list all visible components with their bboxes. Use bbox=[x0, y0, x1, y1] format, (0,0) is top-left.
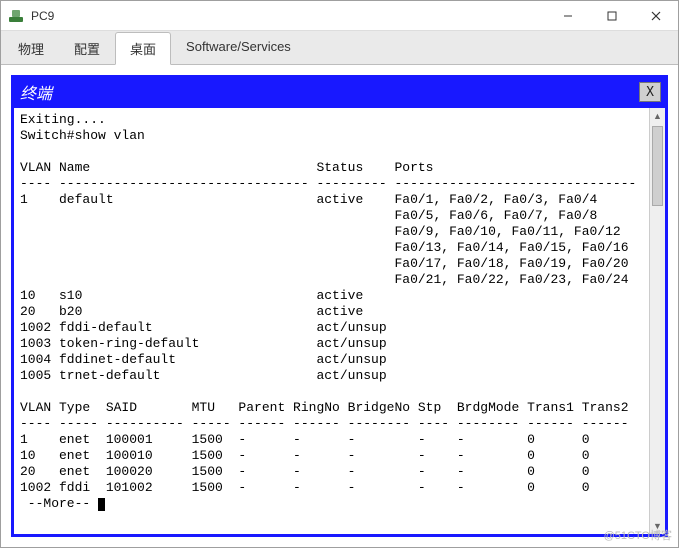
term-line: 10 s10 active bbox=[20, 288, 363, 303]
window-title: PC9 bbox=[31, 9, 546, 23]
term-line: 1003 token-ring-default act/unsup bbox=[20, 336, 387, 351]
term-line: 20 enet 100020 1500 - - - - - 0 0 bbox=[20, 464, 590, 479]
maximize-button[interactable] bbox=[590, 1, 634, 30]
terminal-scrollbar[interactable]: ▲ ▼ bbox=[649, 108, 665, 534]
tab-physical[interactable]: 物理 bbox=[3, 32, 59, 65]
tab-config[interactable]: 配置 bbox=[59, 32, 115, 65]
window-controls bbox=[546, 1, 678, 30]
content-area: 终端 X Exiting.... Switch#show vlan VLAN N… bbox=[1, 65, 678, 547]
scroll-down-icon[interactable]: ▼ bbox=[650, 518, 665, 534]
term-line: 10 enet 100010 1500 - - - - - 0 0 bbox=[20, 448, 590, 463]
tab-desktop[interactable]: 桌面 bbox=[115, 32, 171, 65]
term-line: Fa0/21, Fa0/22, Fa0/23, Fa0/24 bbox=[20, 272, 629, 287]
term-line: Fa0/17, Fa0/18, Fa0/19, Fa0/20 bbox=[20, 256, 629, 271]
term-more-prompt: --More-- bbox=[20, 496, 98, 511]
term-line: 1 default active Fa0/1, Fa0/2, Fa0/3, Fa… bbox=[20, 192, 597, 207]
scroll-thumb[interactable] bbox=[652, 126, 663, 206]
app-window: PC9 物理 配置 桌面 Software/Services 终端 X Exit… bbox=[0, 0, 679, 548]
term-line: Fa0/9, Fa0/10, Fa0/11, Fa0/12 bbox=[20, 224, 621, 239]
terminal-cursor bbox=[98, 498, 105, 511]
terminal-window: 终端 X Exiting.... Switch#show vlan VLAN N… bbox=[11, 75, 668, 537]
term-line: VLAN Name Status Ports bbox=[20, 160, 433, 175]
term-line: 1 enet 100001 1500 - - - - - 0 0 bbox=[20, 432, 590, 447]
term-line: ---- ----- ---------- ----- ------ -----… bbox=[20, 416, 629, 431]
terminal-titlebar: 终端 X bbox=[14, 78, 665, 108]
scroll-up-icon[interactable]: ▲ bbox=[650, 108, 665, 124]
term-line: 20 b20 active bbox=[20, 304, 363, 319]
term-line: Switch#show vlan bbox=[20, 128, 145, 143]
terminal-close-button[interactable]: X bbox=[639, 82, 661, 102]
minimize-button[interactable] bbox=[546, 1, 590, 30]
term-line: Fa0/13, Fa0/14, Fa0/15, Fa0/16 bbox=[20, 240, 629, 255]
term-line: Fa0/5, Fa0/6, Fa0/7, Fa0/8 bbox=[20, 208, 597, 223]
app-icon bbox=[7, 7, 25, 25]
term-line: 1005 trnet-default act/unsup bbox=[20, 368, 387, 383]
close-button[interactable] bbox=[634, 1, 678, 30]
terminal-title: 终端 bbox=[20, 80, 639, 104]
terminal-output[interactable]: Exiting.... Switch#show vlan VLAN Name S… bbox=[14, 108, 649, 534]
window-titlebar: PC9 bbox=[1, 1, 678, 31]
term-line: VLAN Type SAID MTU Parent RingNo BridgeN… bbox=[20, 400, 629, 415]
term-line: 1002 fddi 101002 1500 - - - - - 0 0 bbox=[20, 480, 590, 495]
tab-software-services[interactable]: Software/Services bbox=[171, 32, 306, 65]
term-line: 1002 fddi-default act/unsup bbox=[20, 320, 387, 335]
terminal-body: Exiting.... Switch#show vlan VLAN Name S… bbox=[14, 108, 665, 534]
term-line: Exiting.... bbox=[20, 112, 106, 127]
term-line: ---- -------------------------------- --… bbox=[20, 176, 636, 191]
tab-strip: 物理 配置 桌面 Software/Services bbox=[1, 31, 678, 65]
term-line: 1004 fddinet-default act/unsup bbox=[20, 352, 387, 367]
